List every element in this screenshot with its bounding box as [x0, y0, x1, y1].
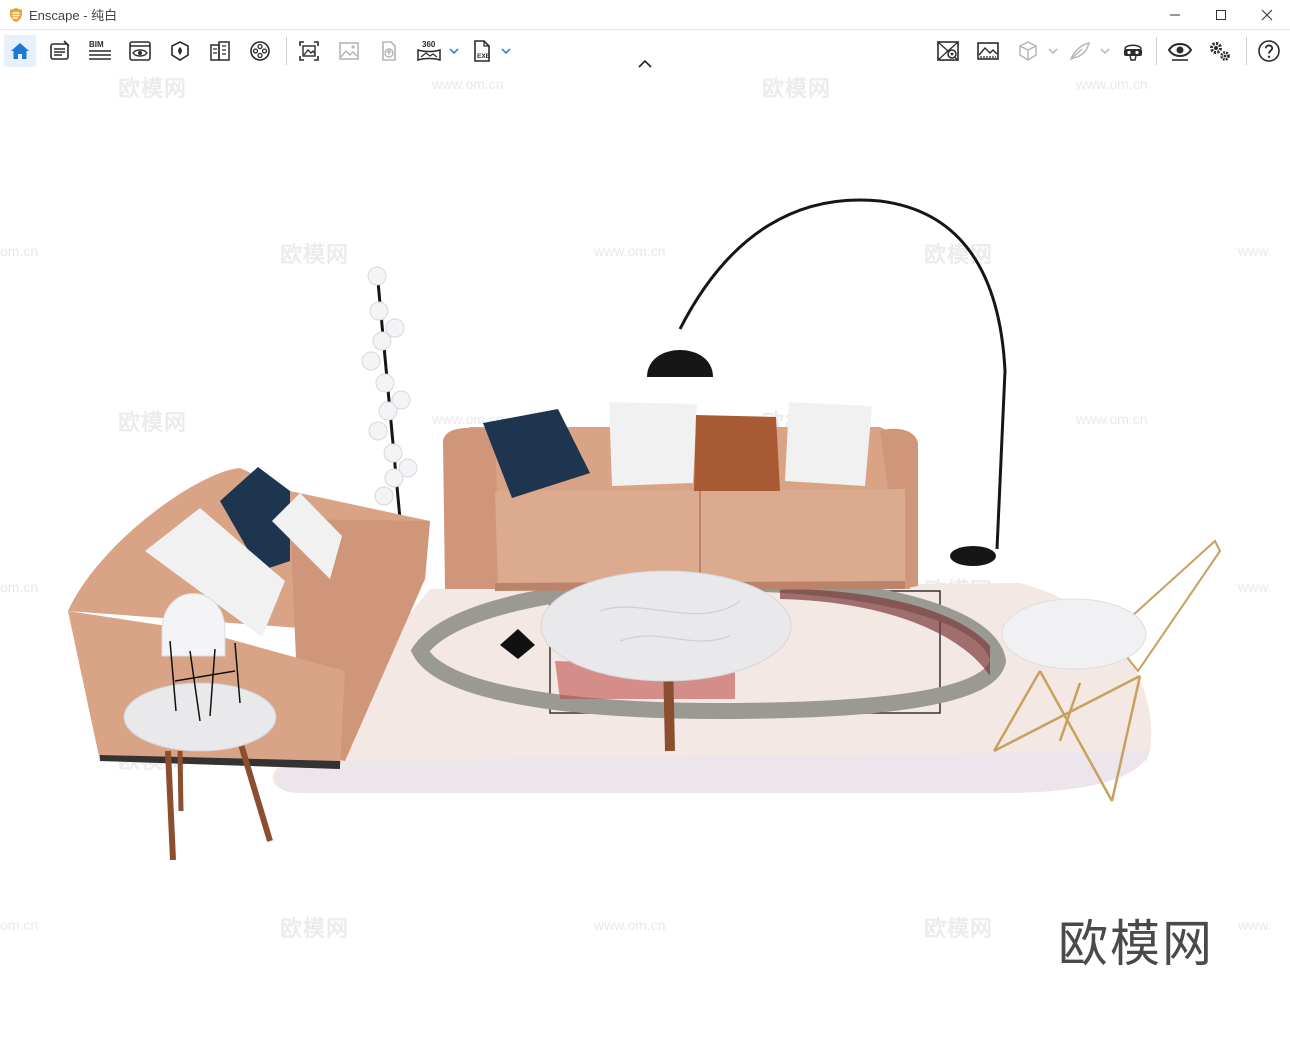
help-icon [1258, 40, 1280, 62]
views-button[interactable] [124, 35, 156, 67]
table-lamp-globe [161, 593, 226, 657]
site-context-icon [210, 41, 230, 61]
minimize-button[interactable] [1152, 0, 1198, 30]
chair-seat [1001, 598, 1147, 670]
video-editor-button[interactable] [244, 35, 276, 67]
close-icon [1261, 9, 1273, 21]
feather-icon [1069, 42, 1091, 61]
title-separator: - [79, 8, 92, 23]
cube-dropdown[interactable] [1048, 43, 1058, 59]
side-table-leg [165, 750, 176, 861]
collapse-toolbar-toggle[interactable] [636, 58, 654, 70]
material-icon [171, 41, 189, 61]
eye-icon [1167, 43, 1193, 61]
asset-library-icon [50, 40, 70, 60]
panorama-dropdown[interactable] [449, 43, 459, 59]
panorama-button[interactable]: 360 [413, 35, 445, 67]
export-dropdown[interactable] [501, 43, 511, 59]
exe-file-icon: EXE [474, 40, 491, 62]
brand-watermark-logo: 欧模网 [1058, 915, 1214, 973]
side-table-leg [177, 750, 184, 812]
pillow-white-2 [785, 402, 872, 486]
help-button[interactable] [1253, 35, 1285, 67]
toolbar-divider [286, 37, 287, 65]
vr-headset-button[interactable] [1117, 35, 1149, 67]
chevron-down-icon [449, 48, 459, 55]
screenshot-button[interactable] [293, 35, 325, 67]
live-view-button[interactable] [1164, 35, 1196, 67]
svg-text:EXE: EXE [477, 53, 491, 60]
asset-library-button[interactable] [44, 35, 76, 67]
render-viewport[interactable]: 欧模网 www.om.cn 欧模网 www.om.cn om.cn 欧模网 ww… [0, 71, 1290, 1040]
toolbar-divider-help [1246, 37, 1247, 65]
pillow-leather [694, 415, 780, 491]
pillow-white-1 [609, 402, 697, 486]
chevron-down-icon [1100, 48, 1110, 55]
toolbar-divider-right [1156, 37, 1157, 65]
cube-icon [1019, 41, 1037, 61]
cube-button[interactable] [1012, 35, 1044, 67]
eye-panel-icon [129, 41, 151, 61]
title-bar: Enscape - 纯白 [0, 0, 1290, 30]
window-controls [1152, 0, 1290, 30]
home-button[interactable] [4, 35, 36, 67]
film-reel-icon [250, 41, 270, 61]
feather-button[interactable] [1064, 35, 1096, 67]
maximize-icon [1216, 10, 1226, 20]
document-name: 纯白 [91, 8, 118, 23]
arc-lamp-shade [647, 350, 713, 377]
maximize-button[interactable] [1198, 0, 1244, 30]
arc-lamp-base [950, 546, 996, 566]
chevron-up-icon [638, 59, 652, 68]
bim-button[interactable]: BIM [84, 35, 116, 67]
feather-dropdown[interactable] [1100, 43, 1110, 59]
back-sofa-left-arm [443, 428, 500, 589]
globe-lamp-bulbs [361, 266, 418, 506]
gears-icon [1210, 42, 1230, 61]
batch-render-button[interactable] [333, 35, 365, 67]
coffee-table-top [540, 570, 792, 682]
scene-render [68, 198, 1222, 861]
screenshot-icon [299, 41, 319, 61]
home-icon [11, 43, 29, 59]
vr-headset-icon [1124, 44, 1142, 61]
window-title: Enscape - 纯白 [29, 5, 117, 24]
chevron-down-icon [1048, 48, 1058, 55]
visual-settings-button[interactable] [972, 35, 1004, 67]
export-exe-button[interactable]: EXE [466, 35, 498, 67]
capture-button[interactable] [932, 35, 964, 67]
svg-text:360: 360 [422, 40, 436, 49]
settings-button[interactable] [1204, 35, 1236, 67]
upload-button[interactable] [373, 35, 405, 67]
app-name: Enscape [29, 8, 80, 23]
image-icon [339, 42, 359, 60]
bim-icon: BIM [89, 40, 111, 60]
landscape-icon [977, 42, 999, 60]
site-context-button[interactable] [204, 35, 236, 67]
enscape-logo-icon [8, 7, 24, 23]
upload-icon [382, 41, 396, 61]
close-button[interactable] [1244, 0, 1290, 30]
material-editor-button[interactable] [164, 35, 196, 67]
chevron-down-icon [501, 48, 511, 55]
panorama-icon: 360 [417, 40, 441, 62]
svg-text:BIM: BIM [89, 40, 104, 49]
map-pin-icon [937, 41, 959, 61]
minimize-icon [1170, 14, 1180, 16]
